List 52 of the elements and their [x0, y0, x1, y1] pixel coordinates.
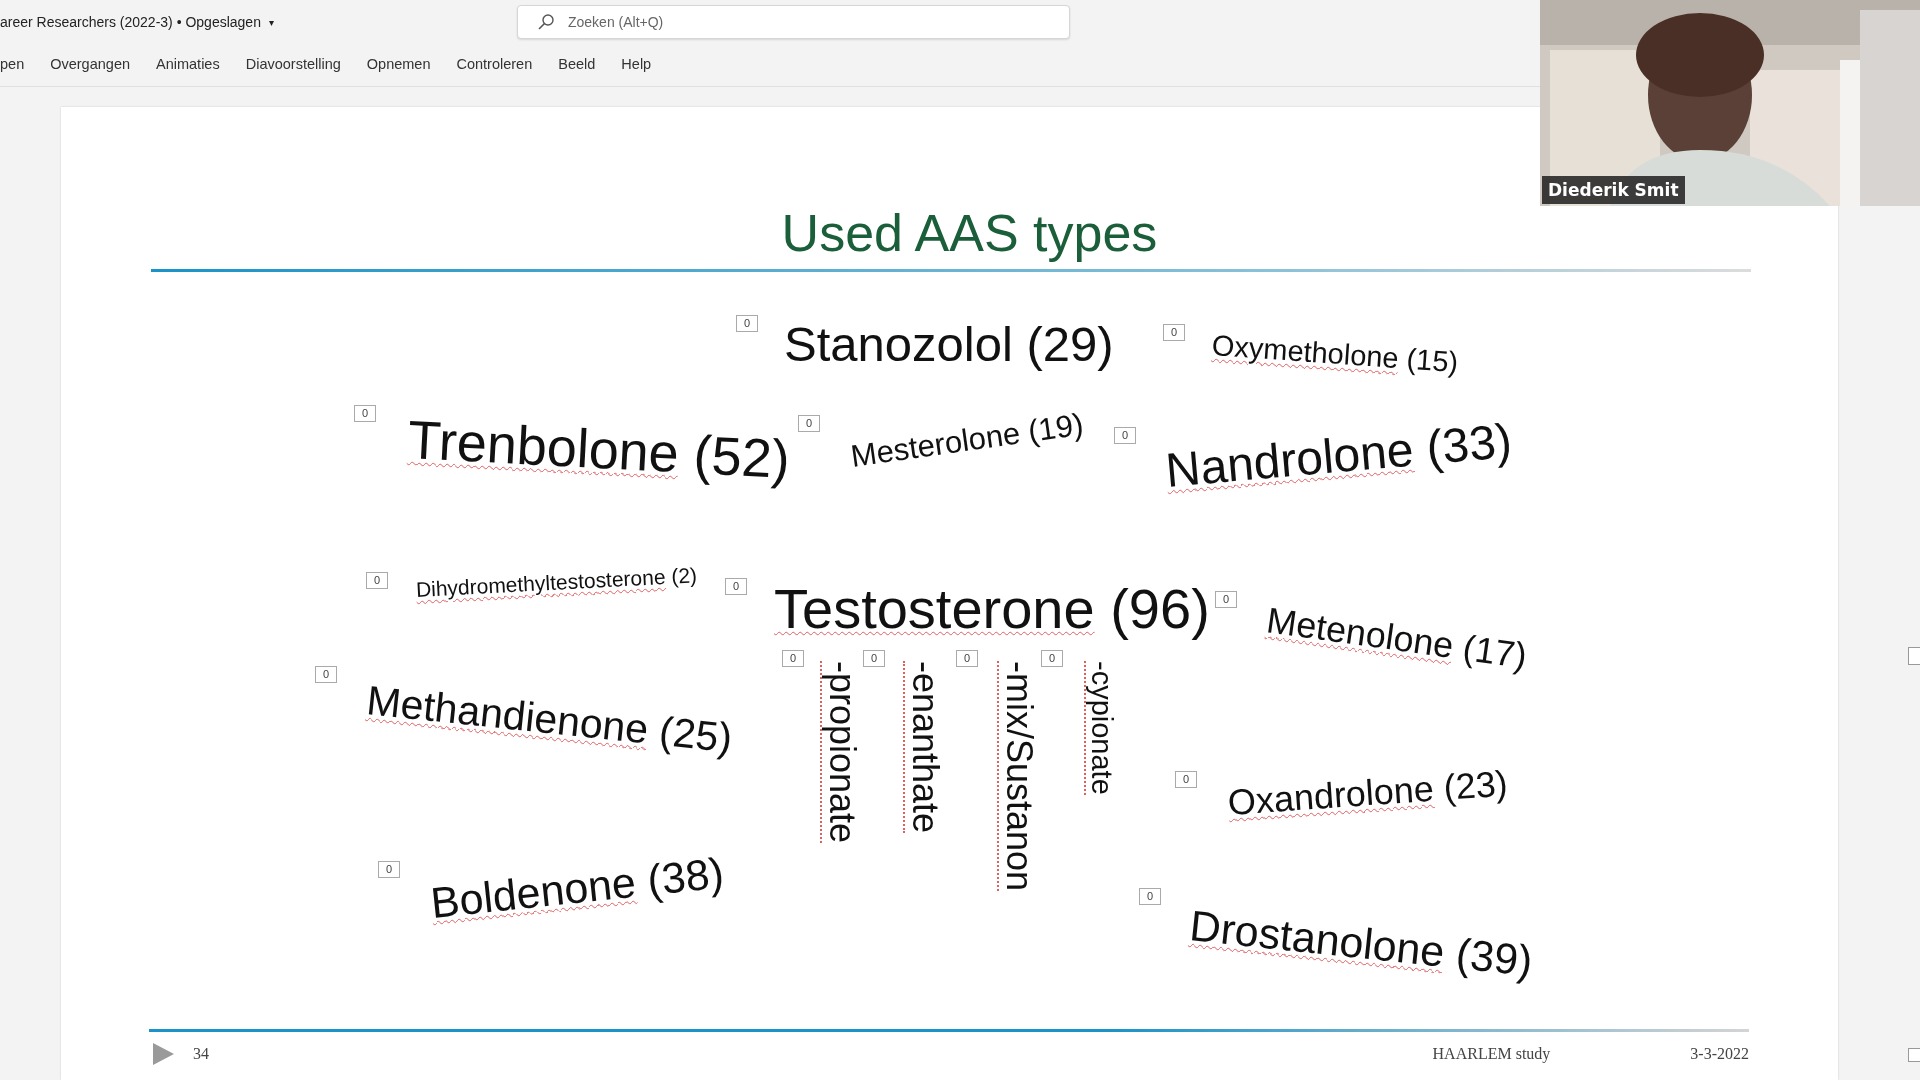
- ribbon-tab[interactable]: Animaties: [143, 56, 233, 72]
- slide-number: 34: [193, 1045, 209, 1063]
- word-cloud-term: -cypionate: [1085, 661, 1117, 795]
- counter-label: 0: [315, 666, 338, 683]
- word-cloud-term: Testosterone (96): [774, 578, 1210, 640]
- counter-label: 0: [725, 578, 748, 595]
- word-cloud-term: -mix/Sustanon: [999, 661, 1039, 892]
- scroll-down-icon[interactable]: [1908, 1048, 1920, 1062]
- word-cloud-term: Nandrolone (33): [1163, 414, 1514, 498]
- ribbon-tab[interactable]: pen: [0, 56, 38, 72]
- footer-text: HAARLEM study: [1432, 1045, 1551, 1063]
- word-cloud-term: Stanozolol (29): [784, 318, 1114, 372]
- counter-label: 0: [956, 650, 979, 667]
- caret-icon[interactable]: ▾: [268, 16, 274, 28]
- ribbon-tab[interactable]: Opnemen: [353, 56, 444, 72]
- ribbon-tab[interactable]: Diavoorstelling: [232, 56, 354, 72]
- word-cloud-term: Oxymetholone (15): [1210, 330, 1460, 380]
- slide-title: Used AAS types: [781, 203, 1158, 263]
- ribbon-tab[interactable]: Help: [608, 56, 665, 72]
- counter-label: 0: [1215, 591, 1238, 608]
- counter-label: 0: [863, 650, 886, 667]
- slide-date: 3-3-2022: [1690, 1045, 1749, 1063]
- counter-label: 0: [1175, 771, 1198, 788]
- word-cloud-term: -enanthate: [905, 661, 945, 834]
- scrollbar-thumb[interactable]: [1908, 647, 1920, 665]
- ribbon-tab[interactable]: Overgangen: [37, 56, 143, 72]
- document-title: areer Researchers (2022-3) • Opgeslagen: [0, 14, 261, 30]
- counter-label: 0: [1163, 324, 1186, 341]
- counter-label: 0: [366, 572, 389, 589]
- counter-label: 0: [354, 405, 377, 422]
- play-icon[interactable]: [151, 1042, 175, 1066]
- counter-label: 0: [798, 415, 821, 432]
- search-field[interactable]: Zoeken (Alt+Q): [516, 5, 1070, 39]
- counter-label: 0: [782, 650, 805, 667]
- word-cloud-term: Trenbolone (52): [406, 410, 792, 490]
- search-icon: [536, 13, 555, 31]
- word-cloud-term: Mesterolone (19): [848, 407, 1086, 474]
- word-cloud-term: Oxandrolone (23): [1226, 763, 1509, 823]
- counter-label: 0: [1041, 650, 1064, 667]
- counter-label: 0: [1139, 888, 1162, 905]
- word-cloud-term: Methandienone (25): [364, 678, 735, 762]
- word-cloud-term: -propionate: [822, 661, 862, 844]
- word-cloud-term: Dihydromethyltestosterone (2): [415, 563, 698, 602]
- word-cloud-term: Boldenone (38): [428, 849, 726, 928]
- counter-label: 0: [1114, 427, 1137, 444]
- word-cloud-term: Drostanolone (39): [1187, 902, 1535, 986]
- ribbon-tab[interactable]: Beeld: [545, 56, 609, 72]
- counter-label: 0: [736, 315, 759, 332]
- counter-label: 0: [378, 861, 401, 878]
- word-cloud-term: Metenolone (17): [1264, 600, 1530, 676]
- ribbon-tab[interactable]: Controleren: [443, 56, 546, 72]
- participant-name: Diederik Smit: [1542, 176, 1685, 204]
